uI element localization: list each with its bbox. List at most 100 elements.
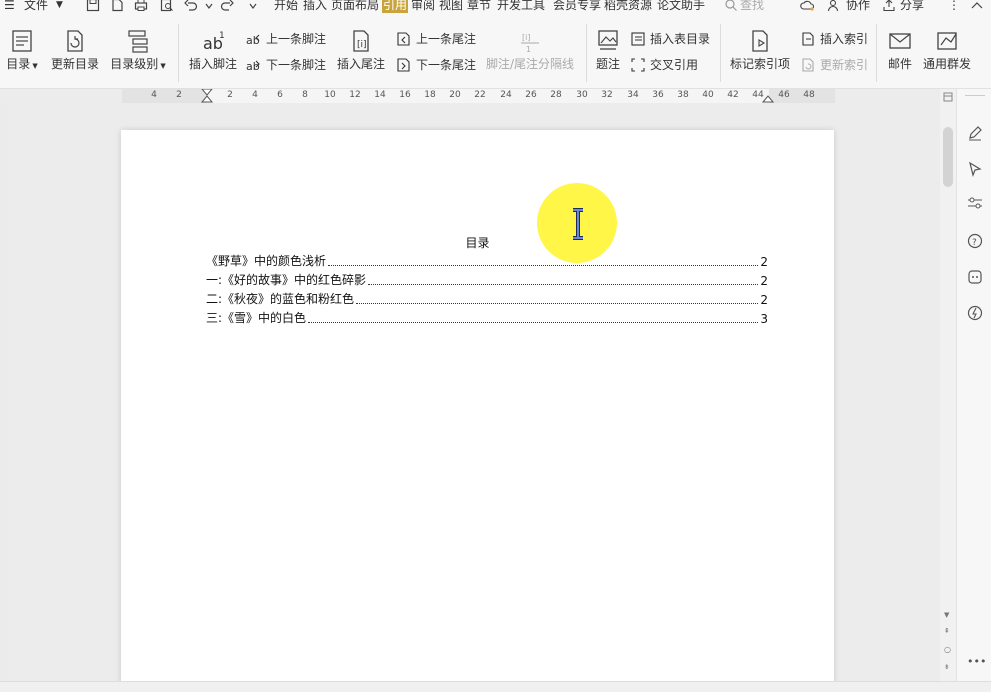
insert-table-toc-button[interactable]: 插入表目录 — [630, 30, 710, 48]
footnote-separator-button[interactable]: [i] 1 脚注/尾注分隔线 — [484, 28, 576, 72]
save-icon[interactable] — [86, 0, 100, 12]
ruler-tick: 4 — [252, 90, 258, 100]
update-index-icon — [802, 58, 814, 72]
toc-level-icon — [128, 30, 148, 53]
select-pointer-icon[interactable] — [967, 161, 983, 177]
caption-button[interactable]: 题注 — [594, 28, 622, 72]
tab-developer[interactable]: 开发工具 — [497, 0, 545, 13]
more-menu-icon[interactable]: ⋮ — [948, 0, 960, 13]
share-button[interactable]: 分享 — [900, 0, 924, 13]
help-icon[interactable]: ? — [967, 233, 983, 249]
share-icon[interactable] — [882, 0, 896, 12]
next-footnote-button[interactable]: ab 下一条脚注 — [246, 56, 326, 74]
toc-level-button[interactable]: 目录级别 ▼ — [110, 28, 166, 74]
export-pdf-icon[interactable] — [110, 0, 124, 12]
cross-reference-icon — [631, 58, 645, 72]
toc-entry-text: 三:《雪》中的白色 — [206, 311, 307, 325]
tab-chapter[interactable]: 章节 — [467, 0, 491, 13]
mass-mail-button[interactable]: 通用群发 — [922, 28, 972, 72]
ruler-tick: 40 — [702, 90, 714, 100]
svg-text:[i]: [i] — [522, 33, 530, 42]
toc-entry[interactable]: 一:《好的故事》中的红色碎影 2 — [206, 272, 768, 288]
document-assistant-icon[interactable] — [967, 269, 983, 285]
indent-marker-icon[interactable] — [200, 89, 214, 103]
caption-icon — [598, 30, 618, 50]
document-canvas[interactable]: 目录 《野草》中的颜色浅析 2 一:《好的故事》中的红色碎影 2 二:《秋夜》的… — [8, 103, 940, 681]
ribbon-divider — [720, 24, 721, 82]
tab-thesis-assistant[interactable]: 论文助手 — [657, 0, 705, 13]
tab-docer-resources[interactable]: 稻壳资源 — [604, 0, 652, 13]
svg-text:?: ? — [972, 238, 977, 248]
toc-entry[interactable]: 二:《秋夜》的蓝色和粉红色 2 — [206, 291, 768, 307]
search-input[interactable]: 查找 — [740, 0, 764, 13]
insert-endnote-button[interactable]: [i] 插入尾注 — [336, 28, 386, 72]
mark-index-label: 标记索引项 — [729, 57, 790, 71]
backup-icon[interactable] — [967, 305, 983, 321]
ruler-tick: 14 — [374, 90, 386, 100]
mass-mail-icon — [937, 32, 957, 50]
prev-endnote-button[interactable]: 上一条尾注 — [396, 30, 476, 48]
ribbon-divider — [178, 24, 179, 82]
tab-member[interactable]: 会员专享 — [553, 0, 601, 13]
horizontal-ruler[interactable]: 4 2 2 4 6 8 10 12 14 16 18 20 22 24 26 2… — [122, 89, 835, 103]
mark-index-icon — [752, 30, 768, 52]
ruler-tick: 10 — [324, 90, 336, 100]
mark-index-button[interactable]: 标记索引项 — [728, 28, 792, 72]
prev-footnote-button[interactable]: ab 上一条脚注 — [246, 30, 326, 48]
update-index-button[interactable]: 更新索引 — [800, 56, 868, 74]
right-indent-marker-icon[interactable] — [762, 91, 774, 103]
mail-button[interactable]: 邮件 — [884, 28, 916, 72]
tab-view[interactable]: 视图 — [439, 0, 463, 13]
next-endnote-button[interactable]: 下一条尾注 — [396, 56, 476, 74]
ruler-tick: 6 — [277, 90, 283, 100]
ruler-tick: 30 — [576, 90, 588, 100]
scroll-down-icon[interactable]: ▼ — [944, 611, 949, 619]
prev-page-icon[interactable]: ⇞ — [944, 627, 950, 635]
tab-references[interactable]: 引用 — [382, 0, 409, 13]
select-browse-object-icon[interactable]: ○ — [944, 645, 951, 654]
vertical-scrollbar[interactable]: ▼ ⇞ ○ ⇟ — [940, 89, 956, 681]
collapse-ribbon-icon[interactable] — [970, 0, 984, 12]
toc-button[interactable]: 目录 ▼ — [6, 28, 38, 74]
chevron-down-icon[interactable]: ▼ — [56, 0, 63, 13]
tab-insert[interactable]: 插入 — [303, 0, 327, 13]
hamburger-menu-icon[interactable]: ☰ — [4, 0, 15, 13]
customize-quick-access-icon[interactable] — [248, 1, 262, 14]
toc-leader-dots — [368, 284, 759, 285]
toc-entry-page: 3 — [760, 312, 768, 326]
insert-footnote-button[interactable]: ab 1 插入脚注 — [188, 28, 238, 72]
scrollbar-thumb[interactable] — [943, 127, 953, 187]
collaborate-icon[interactable] — [827, 0, 841, 12]
insert-footnote-label: 插入脚注 — [188, 57, 237, 71]
pen-icon[interactable] — [967, 125, 983, 141]
tab-home[interactable]: 开始 — [274, 0, 298, 13]
toc-level-dropdown-icon: ▼ — [158, 62, 166, 70]
document-page[interactable]: 目录 《野草》中的颜色浅析 2 一:《好的故事》中的红色碎影 2 二:《秋夜》的… — [121, 130, 834, 681]
scroll-top-icon[interactable] — [943, 92, 953, 102]
cloud-sync-icon[interactable] — [800, 0, 814, 12]
cross-reference-button[interactable]: 交叉引用 — [630, 56, 698, 74]
undo-dropdown-icon[interactable] — [204, 1, 218, 14]
vertical-ruler[interactable] — [0, 103, 8, 681]
print-preview-icon[interactable] — [160, 0, 174, 12]
ruler-tick: 18 — [424, 90, 436, 100]
search-icon[interactable] — [724, 0, 738, 12]
tab-page-layout[interactable]: 页面布局 — [331, 0, 379, 13]
svg-text:1: 1 — [219, 31, 225, 41]
tab-review[interactable]: 审阅 — [411, 0, 435, 13]
redo-icon[interactable] — [220, 0, 234, 12]
more-tools-icon[interactable]: ••• — [967, 655, 986, 668]
next-page-icon[interactable]: ⇟ — [944, 663, 950, 671]
print-icon[interactable] — [134, 0, 148, 12]
adjust-sliders-icon[interactable] — [967, 195, 983, 211]
undo-icon[interactable] — [184, 0, 198, 12]
insert-index-button[interactable]: 插入索引 — [800, 30, 868, 48]
ruler-tick: 2 — [227, 90, 233, 100]
toc-entry[interactable]: 《野草》中的颜色浅析 2 — [206, 253, 768, 269]
collaborate-button[interactable]: 协作 — [846, 0, 870, 13]
toc-entry[interactable]: 三:《雪》中的白色 3 — [206, 310, 768, 326]
update-toc-button[interactable]: 更新目录 — [50, 28, 100, 72]
prev-footnote-icon: ab — [246, 34, 260, 47]
ruler-tick: 32 — [601, 90, 613, 100]
menu-file[interactable]: 文件 — [24, 0, 48, 13]
